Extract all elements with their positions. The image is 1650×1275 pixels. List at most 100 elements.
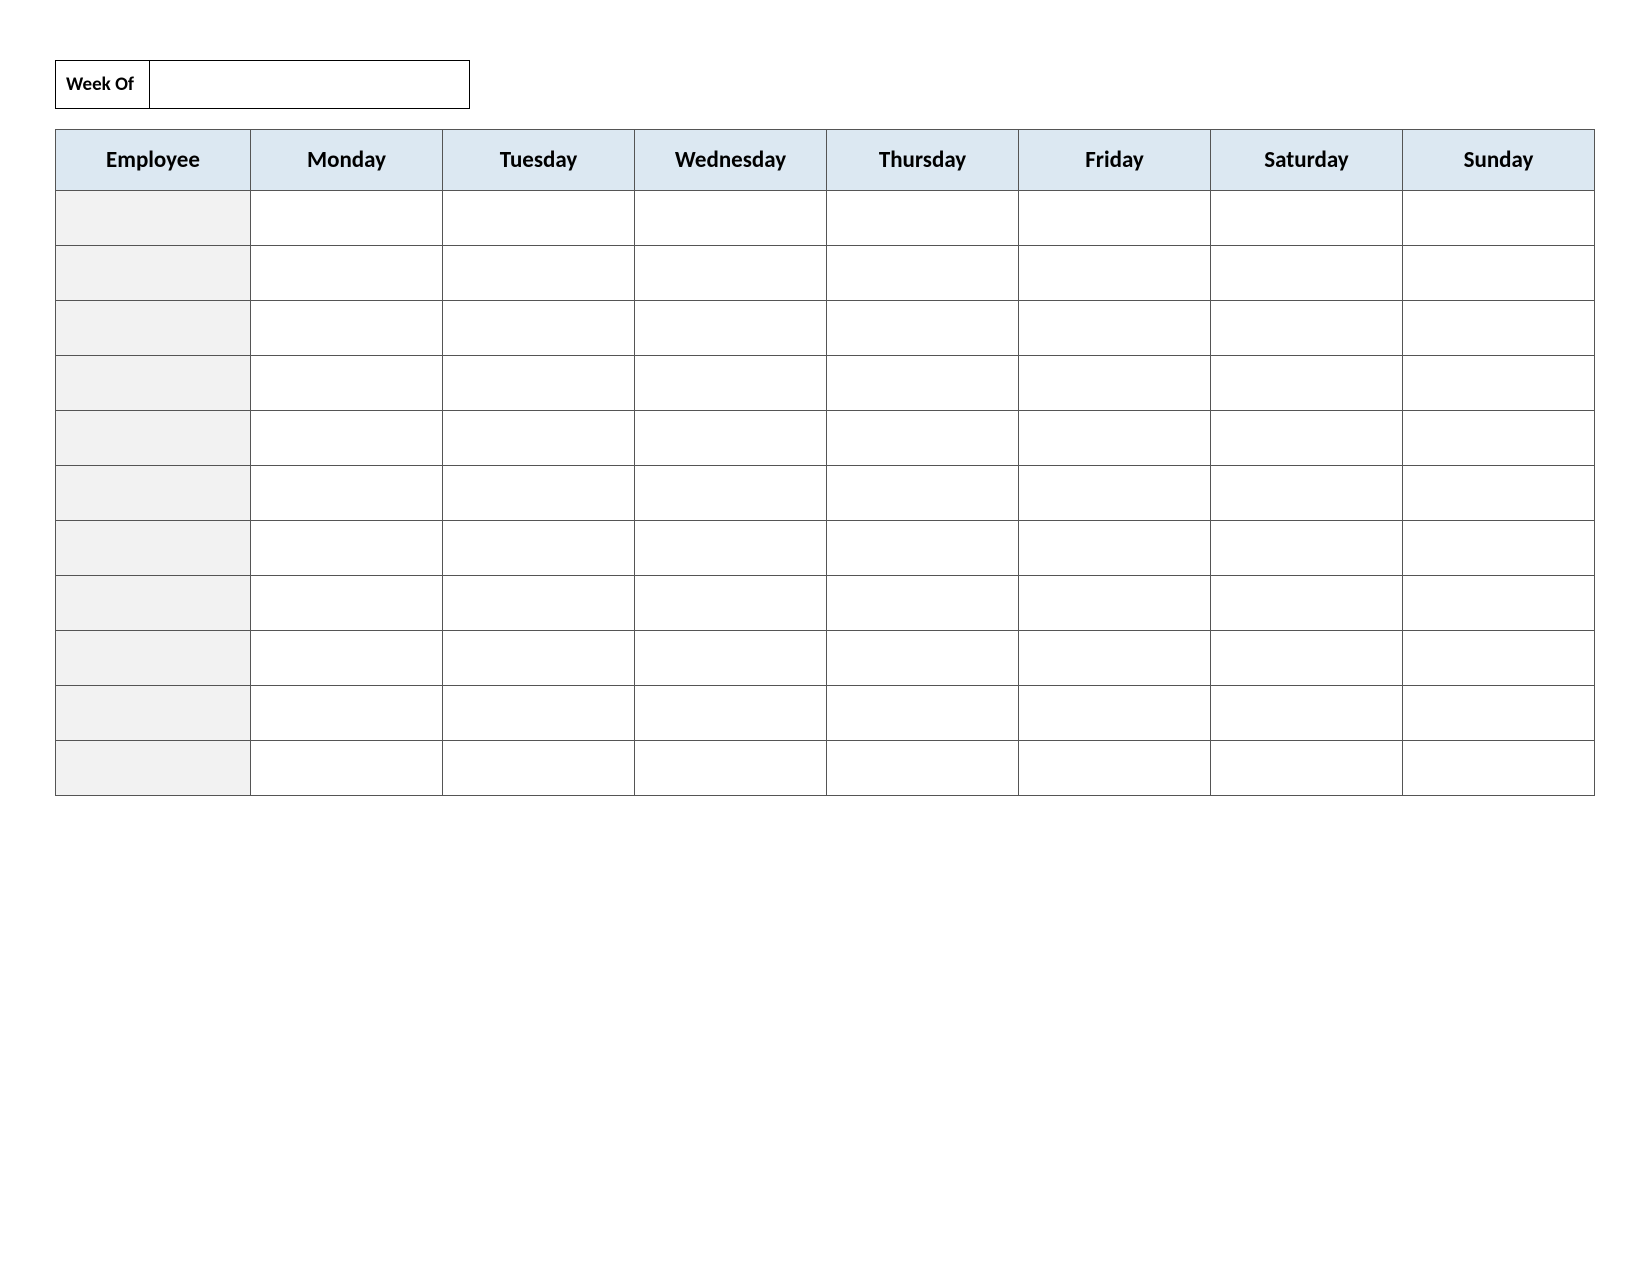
column-header-employee: Employee [56,130,251,191]
employee-cell [56,356,251,411]
day-cell [827,576,1019,631]
day-cell [1403,191,1595,246]
employee-cell [56,246,251,301]
day-cell [1019,631,1211,686]
day-cell [635,466,827,521]
day-cell [1211,191,1403,246]
column-header-monday: Monday [251,130,443,191]
day-cell [827,686,1019,741]
table-row [56,741,1595,796]
week-of-value [150,60,470,109]
table-row [56,301,1595,356]
employee-cell [56,521,251,576]
day-cell [251,741,443,796]
day-cell [635,301,827,356]
day-cell [443,686,635,741]
day-cell [827,191,1019,246]
day-cell [1019,356,1211,411]
day-cell [827,411,1019,466]
day-cell [635,356,827,411]
day-cell [443,466,635,521]
day-cell [1019,246,1211,301]
day-cell [1211,631,1403,686]
day-cell [1403,301,1595,356]
day-cell [443,741,635,796]
schedule-table: Employee Monday Tuesday Wednesday Thursd… [55,129,1595,796]
day-cell [1211,521,1403,576]
day-cell [251,411,443,466]
day-cell [635,411,827,466]
day-cell [1403,246,1595,301]
table-row [56,521,1595,576]
employee-cell [56,411,251,466]
table-row [56,576,1595,631]
day-cell [251,246,443,301]
day-cell [443,411,635,466]
day-cell [1211,356,1403,411]
day-cell [1019,686,1211,741]
employee-cell [56,686,251,741]
employee-cell [56,741,251,796]
day-cell [1211,411,1403,466]
day-cell [251,301,443,356]
table-body [56,191,1595,796]
day-cell [827,631,1019,686]
day-cell [443,576,635,631]
day-cell [635,576,827,631]
day-cell [1019,301,1211,356]
employee-cell [56,191,251,246]
day-cell [251,356,443,411]
table-row [56,686,1595,741]
day-cell [1019,576,1211,631]
week-of-container: Week Of [55,60,1595,109]
day-cell [1019,741,1211,796]
day-cell [1211,686,1403,741]
day-cell [1403,521,1595,576]
employee-cell [56,631,251,686]
day-cell [443,246,635,301]
column-header-thursday: Thursday [827,130,1019,191]
day-cell [251,686,443,741]
day-cell [1403,741,1595,796]
table-row [56,356,1595,411]
table-row [56,246,1595,301]
day-cell [251,191,443,246]
week-of-label: Week Of [55,60,150,109]
day-cell [1403,686,1595,741]
day-cell [1403,466,1595,521]
table-header-row: Employee Monday Tuesday Wednesday Thursd… [56,130,1595,191]
column-header-saturday: Saturday [1211,130,1403,191]
day-cell [1403,356,1595,411]
day-cell [443,301,635,356]
day-cell [251,466,443,521]
day-cell [1019,411,1211,466]
day-cell [1211,741,1403,796]
column-header-wednesday: Wednesday [635,130,827,191]
column-header-friday: Friday [1019,130,1211,191]
day-cell [827,521,1019,576]
day-cell [443,191,635,246]
day-cell [443,356,635,411]
day-cell [443,521,635,576]
day-cell [1403,411,1595,466]
day-cell [443,631,635,686]
employee-cell [56,466,251,521]
day-cell [1211,246,1403,301]
day-cell [1403,576,1595,631]
day-cell [827,466,1019,521]
employee-cell [56,576,251,631]
day-cell [251,521,443,576]
day-cell [635,191,827,246]
column-header-tuesday: Tuesday [443,130,635,191]
day-cell [827,301,1019,356]
day-cell [1019,521,1211,576]
day-cell [251,576,443,631]
table-row [56,631,1595,686]
day-cell [251,631,443,686]
day-cell [635,631,827,686]
employee-cell [56,301,251,356]
day-cell [635,741,827,796]
day-cell [1019,191,1211,246]
day-cell [1211,301,1403,356]
day-cell [827,246,1019,301]
